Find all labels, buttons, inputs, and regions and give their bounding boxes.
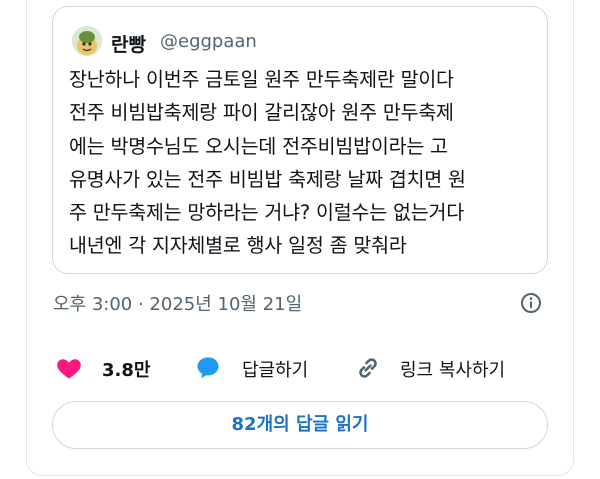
copy-link-label[interactable]: 링크 복사하기 <box>400 356 505 382</box>
avatar-image <box>72 26 102 56</box>
read-replies-button[interactable]: 82개의 답글 읽기 <box>52 401 548 449</box>
author-handle[interactable]: @eggpaan <box>160 31 257 52</box>
heart-icon[interactable] <box>55 354 83 382</box>
author-name[interactable]: 란빵 <box>111 30 146 57</box>
reply-bubble-icon[interactable] <box>194 354 222 382</box>
action-bar: 3.8만 답글하기 링크 복사하기 <box>0 352 600 384</box>
info-icon[interactable] <box>519 291 543 315</box>
avatar[interactable] <box>72 26 102 56</box>
like-count[interactable]: 3.8만 <box>102 356 150 382</box>
reply-label[interactable]: 답글하기 <box>242 356 308 382</box>
quoted-tweet-text: 장난하나 이번주 금토일 원주 만두축제란 말이다 전주 비빔밥축제랑 파이 갈… <box>69 68 466 258</box>
link-icon[interactable] <box>354 354 382 382</box>
tweet-timestamp[interactable]: 오후 3:00 · 2025년 10월 21일 <box>53 290 302 316</box>
